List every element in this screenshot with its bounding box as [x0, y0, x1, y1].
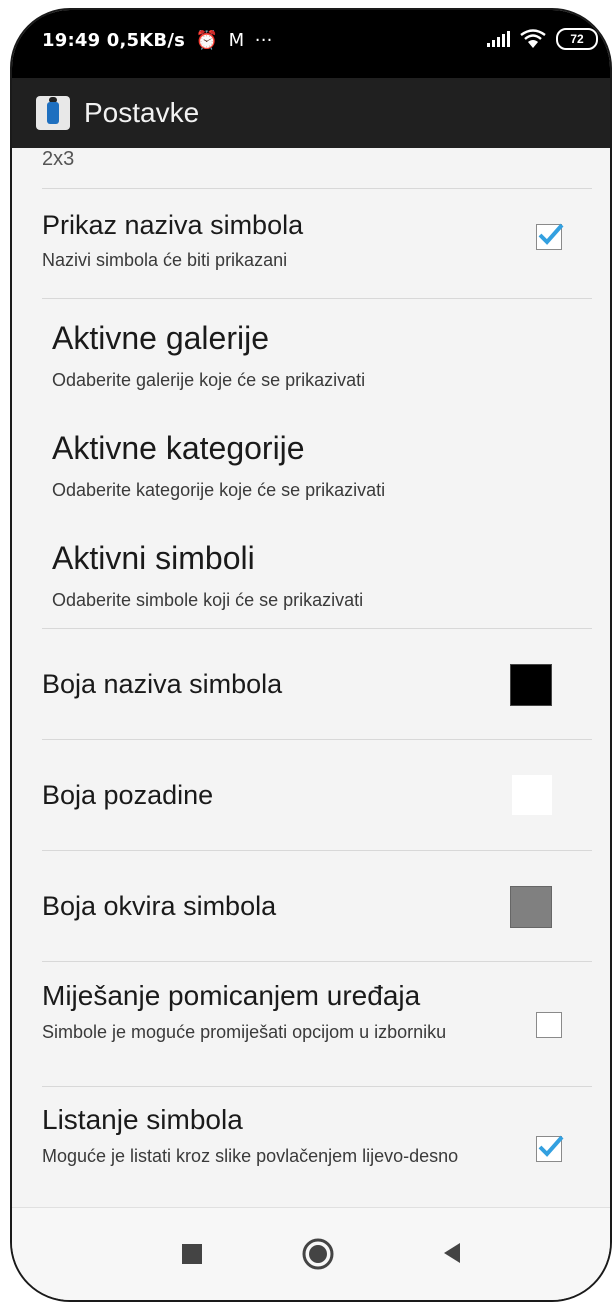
partial-row-value: 2x3 — [42, 148, 75, 170]
setting-symbol-name-color[interactable]: Boja naziva simbola — [42, 629, 592, 740]
setting-title: Miješanje pomicanjem uređaja — [42, 980, 421, 1011]
setting-title: Prikaz naziva simbola — [42, 210, 304, 240]
check-icon — [538, 1135, 564, 1157]
setting-subtitle: Moguće je listati kroz slike povlačenjem… — [42, 1146, 459, 1166]
more-icon: ··· — [254, 30, 273, 51]
partial-row: 2x3 — [42, 148, 592, 189]
setting-background-color[interactable]: Boja pozadine — [42, 740, 592, 851]
setting-title: Boja pozadine — [42, 780, 214, 810]
setting-title: Boja naziva simbola — [42, 669, 283, 699]
phone-frame: 19:49 0,5KB/s ⏰ M ··· 72 Postavke 2x3 Pr… — [10, 8, 612, 1302]
setting-symbol-frame-color[interactable]: Boja okvira simbola — [42, 851, 592, 962]
check-icon — [538, 223, 564, 245]
shuffle-checkbox[interactable] — [536, 1012, 562, 1038]
status-bar: 19:49 0,5KB/s ⏰ M ··· 72 — [12, 10, 610, 78]
show-names-checkbox[interactable] — [536, 223, 564, 250]
color-swatch-gray[interactable] — [510, 886, 552, 928]
gmail-icon: M — [228, 30, 245, 51]
color-swatch-white[interactable] — [512, 775, 552, 815]
setting-subtitle: Simbole je moguće promiješati opcijom u … — [42, 1022, 447, 1042]
setting-subtitle: Odaberite galerije koje će se prikazivat… — [52, 370, 366, 390]
home-button[interactable] — [302, 1238, 334, 1270]
recents-button[interactable] — [182, 1244, 202, 1264]
app-icon — [36, 96, 70, 130]
setting-title: Listanje simbola — [42, 1104, 243, 1135]
signal-icon — [487, 31, 510, 47]
battery-icon: 72 — [556, 28, 598, 50]
alarm-icon: ⏰ — [195, 30, 219, 51]
status-left: 19:49 0,5KB/s ⏰ M ··· — [42, 30, 273, 51]
setting-title: Aktivne kategorije — [52, 430, 305, 466]
back-button[interactable] — [442, 1242, 462, 1264]
setting-active-categories[interactable]: Aktivne kategorije Odaberite kategorije … — [42, 408, 592, 518]
paging-checkbox[interactable] — [536, 1135, 564, 1162]
page-title: Postavke — [84, 97, 200, 128]
status-speed: 0,5KB/s — [106, 30, 186, 51]
setting-active-galleries[interactable]: Aktivne galerije Odaberite galerije koje… — [42, 298, 592, 408]
setting-active-symbols[interactable]: Aktivni simboli Odaberite simbole koji ć… — [42, 518, 592, 629]
color-swatch-black[interactable] — [510, 664, 552, 706]
setting-symbol-paging[interactable]: Listanje simbola Moguće je listati kroz … — [42, 1086, 592, 1208]
setting-subtitle: Odaberite kategorije koje će se prikaziv… — [52, 480, 386, 500]
status-right: 72 — [487, 28, 598, 50]
setting-subtitle: Nazivi simbola će biti prikazani — [42, 250, 288, 270]
setting-title: Aktivni simboli — [52, 540, 255, 576]
nav-bar — [12, 1207, 610, 1300]
setting-title: Aktivne galerije — [52, 320, 269, 356]
wifi-icon — [520, 29, 546, 48]
setting-show-symbol-names[interactable]: Prikaz naziva simbola Nazivi simbola će … — [42, 188, 592, 299]
setting-subtitle: Odaberite simbole koji će se prikazivati — [52, 590, 364, 610]
settings-list: 2x3 Prikaz naziva simbola Nazivi simbola… — [12, 148, 610, 1208]
setting-shuffle-by-shaking[interactable]: Miješanje pomicanjem uređaja Simbole je … — [42, 962, 592, 1087]
app-bar: Postavke — [12, 78, 610, 148]
setting-title: Boja okvira simbola — [42, 891, 277, 921]
status-time: 19:49 — [42, 30, 101, 51]
